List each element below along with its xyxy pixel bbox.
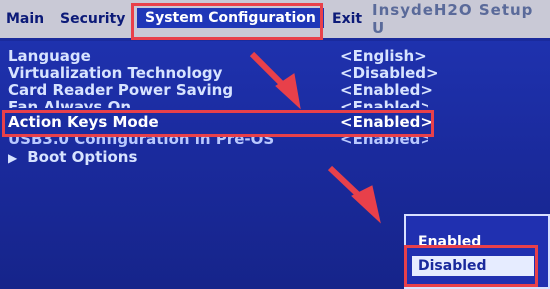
annotation-arrows [249, 51, 381, 224]
bios-screen: Main Security System Configuration Exit … [0, 0, 550, 289]
